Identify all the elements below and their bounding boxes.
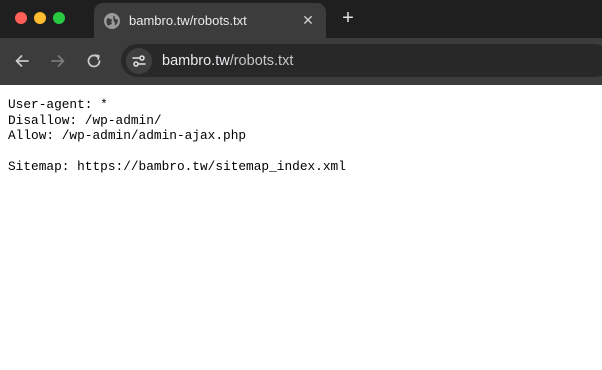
document-line: Disallow: /wp-admin/ <box>8 112 162 128</box>
url-host: bambro.tw <box>162 52 230 69</box>
tab-active[interactable]: bambro.tw/robots.txt ✕ <box>94 3 326 38</box>
globe-icon <box>104 12 120 29</box>
tab-strip: bambro.tw/robots.txt ✕ + <box>0 0 602 38</box>
close-window-button[interactable] <box>15 12 27 24</box>
tune-icon <box>132 54 146 67</box>
reload-button[interactable] <box>83 50 105 72</box>
tab-title: bambro.tw/robots.txt <box>129 13 247 28</box>
back-button[interactable] <box>11 50 33 72</box>
arrow-right-icon <box>51 55 65 67</box>
maximize-window-button[interactable] <box>53 12 65 24</box>
url-path: /robots.txt <box>229 52 294 69</box>
page-content: User-agent: * Disallow: /wp-admin/ Allow… <box>0 85 602 370</box>
toolbar: bambro.tw/robots.txt <box>0 38 602 85</box>
robots-txt-document: User-agent: * Disallow: /wp-admin/ Allow… <box>8 97 602 175</box>
document-line: Allow: /wp-admin/admin-ajax.php <box>8 128 247 143</box>
reload-icon <box>87 54 101 68</box>
site-info-button[interactable] <box>126 47 152 74</box>
window-controls <box>15 12 65 24</box>
minimize-window-button[interactable] <box>34 12 46 24</box>
document-line: Sitemap: https://bambro.tw/sitemap_index… <box>8 159 346 174</box>
url-text[interactable]: bambro.tw/robots.txt <box>162 53 293 69</box>
forward-button[interactable] <box>47 50 69 72</box>
new-tab-button[interactable]: + <box>338 6 358 30</box>
address-bar[interactable]: bambro.tw/robots.txt <box>121 44 602 77</box>
arrow-left-icon <box>15 55 29 67</box>
browser-window: bambro.tw/robots.txt ✕ + bambro.tw/robot… <box>0 0 602 370</box>
close-tab-icon[interactable]: ✕ <box>300 12 316 29</box>
document-line: User-agent: * <box>8 97 108 112</box>
